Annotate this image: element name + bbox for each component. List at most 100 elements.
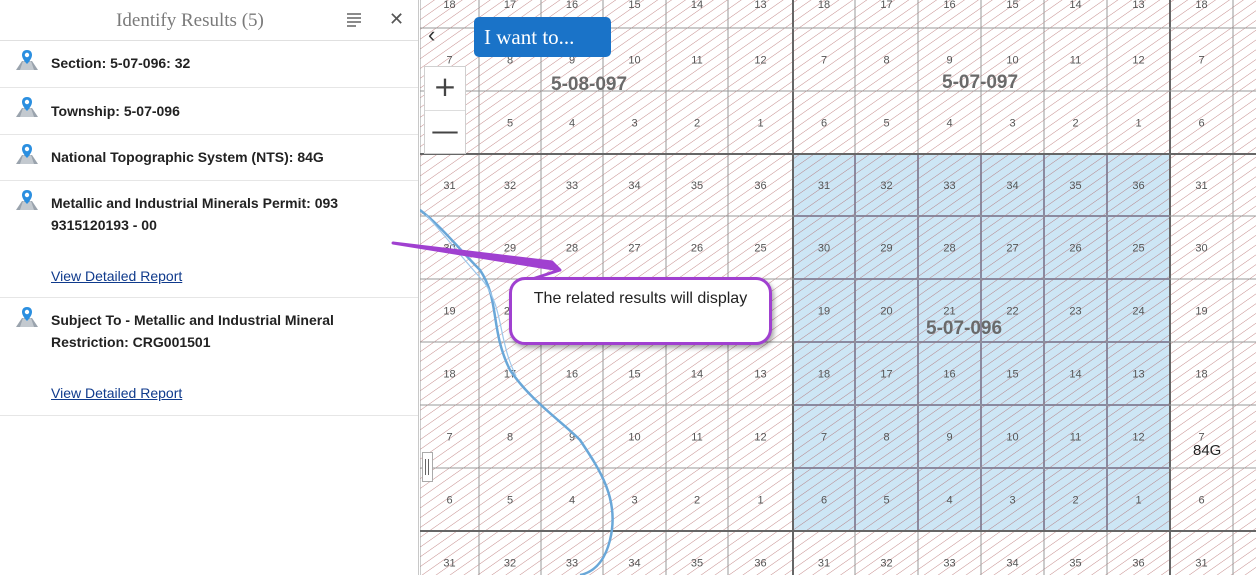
view-detailed-report-link[interactable]: View Detailed Report — [51, 385, 182, 401]
result-label-line2: Restriction: CRG001501 — [51, 334, 211, 350]
section-number: 11 — [691, 55, 702, 67]
section-number: 14 — [1069, 369, 1081, 381]
section-number: 9 — [946, 55, 952, 67]
section-number: 3 — [631, 118, 637, 130]
section-number: 18 — [1195, 0, 1207, 11]
section-number: 36 — [754, 180, 766, 192]
section-number: 10 — [628, 55, 640, 67]
section-number: 35 — [691, 180, 703, 192]
section-number: 26 — [1069, 243, 1081, 255]
result-item-nts[interactable]: National Topographic System (NTS): 84G — [0, 135, 418, 181]
section-number: 16 — [943, 369, 955, 381]
section-number: 18 — [443, 369, 455, 381]
section-number: 33 — [566, 558, 578, 570]
section-number: 34 — [1006, 180, 1018, 192]
section-number: 11 — [1070, 432, 1081, 444]
section-number: 34 — [628, 180, 640, 192]
section-number: 13 — [754, 0, 766, 11]
map-pin-icon — [16, 97, 38, 117]
section-number: 25 — [1132, 243, 1144, 255]
section-number: 30 — [818, 243, 830, 255]
view-detailed-report-link[interactable]: View Detailed Report — [51, 268, 182, 284]
result-label-line2: 9315120193 - 00 — [51, 217, 157, 233]
section-number: 3 — [1009, 118, 1015, 130]
section-number: 26 — [691, 243, 703, 255]
section-number: 16 — [943, 0, 955, 11]
township-label: 5-07-097 — [942, 72, 1019, 93]
section-number: 13 — [754, 369, 766, 381]
map-pin-icon — [16, 307, 38, 327]
section-number: 11 — [691, 432, 702, 444]
section-number: 34 — [628, 558, 640, 570]
section-number: 13 — [1132, 0, 1144, 11]
result-label: Section: 5-07-096: 32 — [51, 55, 191, 71]
section-number: 4 — [946, 118, 952, 130]
section-number: 29 — [880, 243, 892, 255]
i-want-to-button[interactable]: I want to... — [474, 17, 611, 57]
township-label: 5-08-097 — [551, 74, 628, 95]
section-number: 2 — [694, 118, 700, 130]
section-number: 2 — [1072, 495, 1078, 507]
section-number: 9 — [946, 432, 952, 444]
section-number: 1 — [1135, 495, 1141, 507]
section-number: 3 — [631, 495, 637, 507]
section-number: 7 — [1198, 55, 1204, 67]
section-number: 17 — [880, 369, 892, 381]
section-number: 8 — [883, 55, 889, 67]
section-number: 4 — [946, 495, 952, 507]
section-number: 12 — [754, 432, 766, 444]
collapse-panel-chevron-icon[interactable]: ‹ — [428, 22, 435, 48]
section-number: 31 — [818, 180, 830, 192]
section-number: 33 — [943, 180, 955, 192]
nts-label: 84G — [1193, 442, 1222, 459]
section-number: 21 — [943, 306, 955, 318]
section-number: 6 — [1198, 495, 1204, 507]
section-number: 36 — [1132, 558, 1144, 570]
panel-resize-handle[interactable] — [422, 452, 433, 482]
result-label: Township: 5-07-096 — [51, 103, 180, 119]
section-number: 19 — [818, 306, 830, 318]
section-number: 31 — [818, 558, 830, 570]
section-number: 18 — [818, 0, 830, 11]
section-number: 32 — [504, 180, 516, 192]
section-number: 6 — [446, 495, 452, 507]
section-number: 25 — [754, 243, 766, 255]
result-label: National Topographic System (NTS): 84G — [51, 149, 324, 165]
map-pin-icon — [16, 190, 38, 210]
callout-tooltip: The related results will display — [509, 277, 772, 345]
section-number: 4 — [569, 495, 575, 507]
section-number: 12 — [754, 55, 766, 67]
section-number: 15 — [628, 369, 640, 381]
section-number: 17 — [880, 0, 892, 11]
section-number: 5 — [507, 118, 513, 130]
result-item-section[interactable]: Section: 5-07-096: 32 — [0, 41, 418, 88]
zoom-out-button[interactable]: — — [425, 111, 465, 154]
map-pin-icon — [16, 50, 38, 70]
section-number: 10 — [1006, 432, 1018, 444]
zoom-in-button[interactable]: + — [425, 67, 465, 111]
township-label: 5-07-096 — [926, 318, 1003, 339]
section-number: 33 — [943, 558, 955, 570]
section-number: 13 — [1132, 369, 1144, 381]
section-number: 18 — [1195, 369, 1207, 381]
close-icon[interactable]: ✕ — [389, 9, 404, 30]
section-number: 20 — [880, 306, 892, 318]
result-label-line1: Subject To - Metallic and Industrial Min… — [51, 312, 334, 328]
section-number: 33 — [566, 180, 578, 192]
section-number: 7 — [446, 432, 452, 444]
result-item-mineral-restriction[interactable]: Subject To - Metallic and Industrial Min… — [0, 298, 418, 416]
section-number: 12 — [1132, 432, 1144, 444]
section-number: 14 — [691, 369, 703, 381]
section-number: 6 — [821, 118, 827, 130]
section-number: 31 — [1195, 180, 1207, 192]
section-number: 36 — [754, 558, 766, 570]
section-number: 8 — [883, 432, 889, 444]
section-number: 5 — [883, 495, 889, 507]
map-pin-icon — [16, 144, 38, 164]
section-number: 10 — [628, 432, 640, 444]
result-item-township[interactable]: Township: 5-07-096 — [0, 88, 418, 135]
section-number: 7 — [821, 55, 827, 67]
result-item-mineral-permit[interactable]: Metallic and Industrial Minerals Permit:… — [0, 181, 418, 298]
section-number: 15 — [628, 0, 640, 11]
list-view-icon[interactable] — [347, 13, 361, 27]
